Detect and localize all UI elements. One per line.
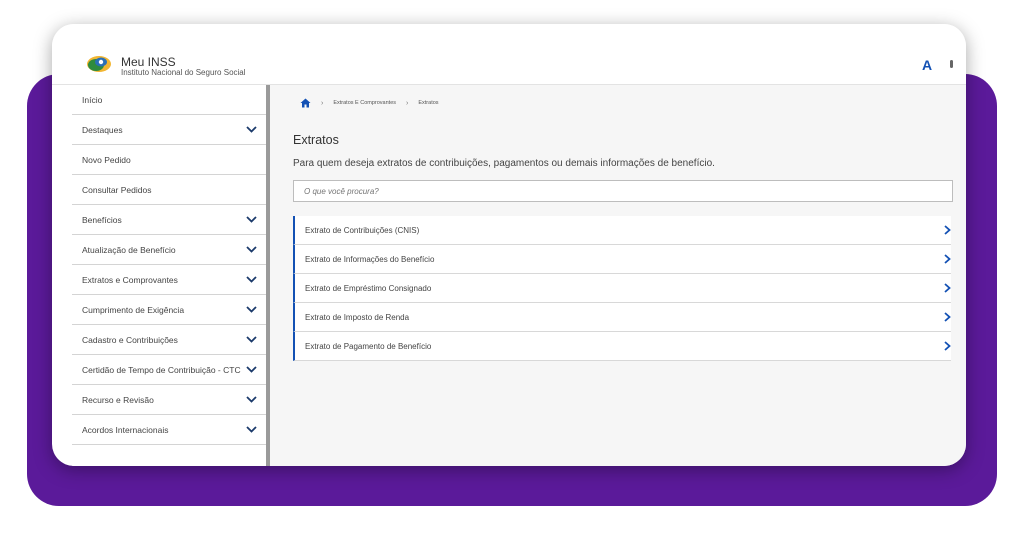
sidebar-item-extratos-e-comprovantes[interactable]: Extratos e Comprovantes bbox=[72, 265, 267, 295]
chevron-right-icon: › bbox=[321, 99, 324, 107]
list-item-label: Extrato de Pagamento de Benefício bbox=[305, 341, 432, 351]
sidebar-item-novo-pedido[interactable]: Novo Pedido bbox=[72, 145, 267, 175]
sidebar-item-cadastro-e-contribuicoes[interactable]: Cadastro e Contribuições bbox=[72, 325, 267, 355]
sidebar-item-atualizacao-de-beneficio[interactable]: Atualização de Benefício bbox=[72, 235, 267, 265]
chevron-down-icon[interactable] bbox=[246, 366, 257, 373]
sidebar-item-recurso-e-revisao[interactable]: Recurso e Revisão bbox=[72, 385, 267, 415]
list-item[interactable]: Extrato de Empréstimo Consignado bbox=[293, 274, 951, 303]
chevron-down-icon[interactable] bbox=[246, 306, 257, 313]
page-title: Extratos bbox=[293, 133, 339, 147]
search-input[interactable] bbox=[293, 180, 953, 202]
list-item-label: Extrato de Empréstimo Consignado bbox=[305, 283, 432, 293]
app-subtitle: Instituto Nacional do Seguro Social bbox=[121, 68, 246, 77]
sidebar-item-destaques[interactable]: Destaques bbox=[72, 115, 267, 145]
list-item-label: Extrato de Imposto de Renda bbox=[305, 312, 410, 322]
sidebar-item-label: Atualização de Benefício bbox=[82, 244, 176, 255]
sidebar-item-certidao-de-tempo-de-contribuicao-ctc[interactable]: Certidão de Tempo de Contribuição - CTC bbox=[72, 355, 267, 385]
sidebar-item-label: Benefícios bbox=[82, 214, 122, 225]
chevron-down-icon[interactable] bbox=[246, 246, 257, 253]
sidebar-item-acordos-internacionais[interactable]: Acordos Internacionais bbox=[72, 415, 267, 445]
list-item[interactable]: Extrato de Informações do Benefício bbox=[293, 245, 951, 274]
chevron-down-icon[interactable] bbox=[246, 276, 257, 283]
chevron-down-icon[interactable] bbox=[246, 216, 257, 223]
app-window: Meu INSS Instituto Nacional do Seguro So… bbox=[52, 24, 966, 466]
sidebar-item-label: Cumprimento de Exigência bbox=[82, 304, 185, 315]
app-header: Meu INSS Instituto Nacional do Seguro So… bbox=[52, 24, 966, 85]
sidebar-item-consultar-pedidos[interactable]: Consultar Pedidos bbox=[72, 175, 267, 205]
sidebar-item-label: Novo Pedido bbox=[82, 154, 131, 165]
sidebar-item-inicio[interactable]: Início bbox=[72, 85, 267, 115]
sidebar-item-label: Certidão de Tempo de Contribuição - CTC bbox=[82, 364, 241, 375]
list-item[interactable]: Extrato de Imposto de Renda bbox=[293, 303, 951, 332]
sidebar-item-label: Consultar Pedidos bbox=[82, 184, 152, 195]
chevron-down-icon[interactable] bbox=[246, 396, 257, 403]
sidebar-item-label: Início bbox=[82, 94, 103, 105]
sidebar-item-label: Recurso e Revisão bbox=[82, 394, 154, 405]
font-size-button[interactable]: A bbox=[922, 57, 932, 73]
contrast-icon[interactable] bbox=[950, 60, 953, 68]
list-item[interactable]: Extrato de Contribuições (CNIS) bbox=[293, 216, 951, 245]
sidebar-item-label: Destaques bbox=[82, 124, 123, 135]
chevron-right-icon bbox=[944, 254, 951, 264]
chevron-right-icon bbox=[944, 341, 951, 351]
chevron-down-icon[interactable] bbox=[246, 426, 257, 433]
main-content: › Extratos E Comprovantes › Extratos Extrat… bbox=[270, 85, 966, 466]
chevron-right-icon: › bbox=[406, 99, 409, 107]
sidebar-item-label: Acordos Internacionais bbox=[82, 424, 169, 435]
chevron-right-icon bbox=[944, 225, 951, 235]
breadcrumb: › Extratos E Comprovantes › Extratos bbox=[300, 98, 439, 108]
chevron-right-icon bbox=[944, 283, 951, 293]
chevron-right-icon bbox=[944, 312, 951, 322]
sidebar-menu: Início Destaques Novo Pedido Consultar Pedi… bbox=[72, 85, 267, 466]
chevron-down-icon[interactable] bbox=[246, 126, 257, 133]
sidebar-item-cumprimento-de-exigencia[interactable]: Cumprimento de Exigência bbox=[72, 295, 267, 325]
list-item-label: Extrato de Informações do Benefício bbox=[305, 254, 435, 264]
home-icon[interactable] bbox=[300, 98, 311, 108]
page-description: Para quem deseja extratos de contribuiçõ… bbox=[293, 158, 715, 169]
list-item-label: Extrato de Contribuições (CNIS) bbox=[305, 225, 420, 235]
extract-list: Extrato de Contribuições (CNIS) Extrato d… bbox=[293, 216, 951, 361]
breadcrumb-item[interactable]: Extratos E Comprovantes bbox=[333, 100, 396, 106]
sidebar-item-label: Extratos e Comprovantes bbox=[82, 274, 178, 285]
list-item[interactable]: Extrato de Pagamento de Benefício bbox=[293, 332, 951, 361]
inss-logo-icon bbox=[87, 56, 111, 72]
breadcrumb-item[interactable]: Extratos bbox=[418, 100, 438, 106]
sidebar-item-beneficios[interactable]: Benefícios bbox=[72, 205, 267, 235]
chevron-down-icon[interactable] bbox=[246, 336, 257, 343]
app-title: Meu INSS bbox=[121, 55, 176, 69]
sidebar-item-label: Cadastro e Contribuições bbox=[82, 334, 178, 345]
